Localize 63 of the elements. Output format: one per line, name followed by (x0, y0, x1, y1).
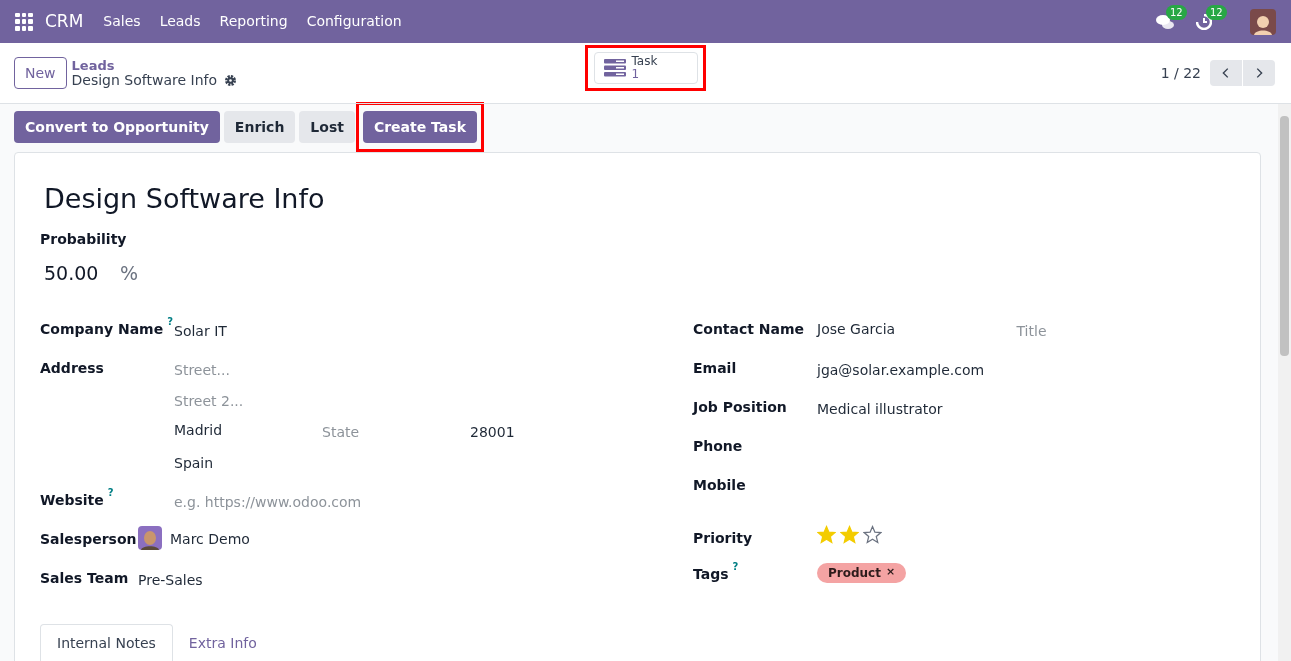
field-label: Address (40, 358, 104, 378)
breadcrumb-link[interactable]: Leads (71, 58, 237, 73)
pager-value: 1 / 22 (1160, 63, 1201, 83)
menu-item[interactable]: Reporting (219, 11, 288, 32)
menu-item[interactable]: Sales (103, 11, 141, 32)
settings-icon[interactable] (224, 74, 237, 87)
field-label: Company Name (40, 319, 164, 339)
field-placeholder[interactable]: State (322, 423, 360, 440)
action-button[interactable]: Enrich (223, 111, 296, 143)
field-placeholder[interactable]: Street 2... (174, 392, 244, 409)
field-value[interactable]: Jose Garcia (817, 318, 1017, 358)
task-smart-button[interactable]: Task 1 (593, 52, 698, 84)
new-button[interactable]: New (14, 57, 67, 89)
field-label: Job Position (693, 397, 787, 417)
field-label: Sales Team (40, 568, 129, 588)
app-name[interactable]: CRM (45, 8, 84, 35)
notification-badge: 12 (1166, 4, 1187, 20)
field-label: Website (40, 490, 104, 510)
field-value[interactable]: 28001 (470, 423, 515, 440)
field-value[interactable]: Medical illustrator (817, 400, 943, 417)
tab[interactable]: Internal Notes (40, 623, 173, 661)
tag-badge: Product × (817, 562, 907, 583)
action-button[interactable]: Convert to Opportunity (14, 111, 220, 143)
tag-remove-button[interactable]: × (885, 564, 896, 581)
field-placeholder[interactable]: Title (1016, 322, 1047, 339)
field-label: Salesperson (40, 529, 137, 549)
apps-menu-icon[interactable] (15, 12, 33, 31)
percent-sign: % (120, 261, 139, 286)
field-label: Priority (693, 528, 753, 548)
field-placeholder[interactable]: Street... (174, 361, 230, 378)
clock-icon[interactable] (1196, 13, 1212, 30)
breadcrumb-current: Design Software Info (71, 73, 217, 88)
field-value[interactable]: Pre-Sales (138, 571, 203, 588)
star-icon[interactable] (863, 524, 882, 545)
field-label: Mobile (693, 475, 746, 495)
scrollbar[interactable] (1278, 104, 1291, 661)
field-label: Contact Name (693, 319, 805, 339)
field-value[interactable]: Marc Demo (170, 528, 250, 550)
user-avatar[interactable] (1250, 8, 1276, 35)
menu-item[interactable]: Leads (159, 11, 201, 32)
field-value[interactable]: Madrid (174, 419, 322, 451)
field-value[interactable]: Solar IT (174, 322, 227, 339)
notification-badge: 12 (1206, 4, 1227, 20)
field-label: Probability (40, 230, 128, 249)
field-placeholder[interactable]: e.g. https://www.odoo.com (174, 493, 362, 510)
help-tooltip[interactable]: ? (167, 315, 173, 328)
help-tooltip[interactable]: ? (107, 486, 114, 499)
menu-item[interactable]: Configuration (306, 11, 402, 32)
tasks-icon (603, 59, 626, 77)
previous-button[interactable] (1210, 60, 1242, 86)
next-button[interactable] (1243, 60, 1275, 86)
tab[interactable]: Extra Info (172, 623, 273, 661)
field-label: Tags (693, 564, 729, 584)
field-label: Phone (693, 436, 743, 456)
field-label: Email (693, 358, 737, 378)
help-tooltip[interactable]: ? (732, 560, 739, 573)
action-button[interactable]: Create Task (362, 111, 477, 143)
field-value[interactable]: Spain (174, 454, 214, 471)
field-value[interactable]: jga@solar.example.com (817, 361, 985, 378)
probability-field[interactable]: 50.00 (44, 259, 96, 288)
action-button[interactable]: Lost (299, 111, 355, 143)
record-title: Design Software Info (44, 182, 326, 215)
user-avatar (138, 525, 162, 550)
